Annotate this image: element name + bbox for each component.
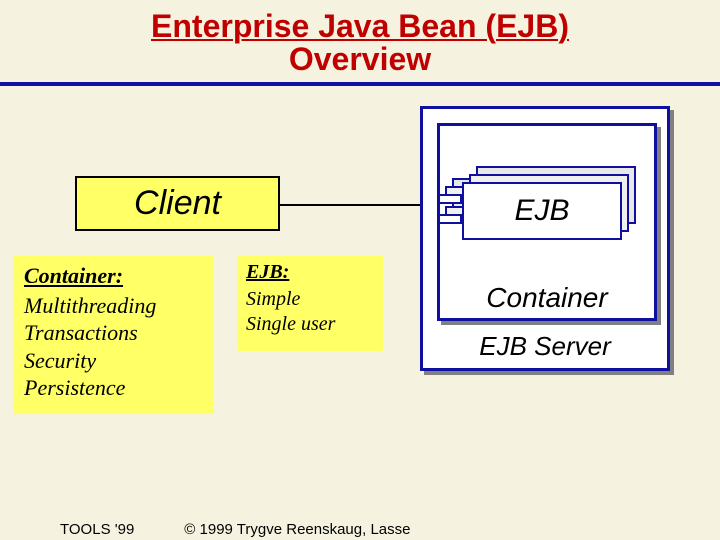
footer: TOOLS '99 © 1999 Trygve Reenskaug, Lasse: [0, 521, 720, 540]
note-container-title: Container:: [24, 262, 204, 290]
footer-right: © 1999 Trygve Reenskaug, Lasse: [184, 521, 410, 538]
note-container: Container: Multithreading Transactions S…: [14, 256, 214, 414]
client-label: Client: [134, 184, 221, 223]
container-box: EJB Container: [437, 123, 657, 321]
note-ejb-line: Simple: [246, 287, 375, 312]
ejb-label: EJB: [514, 194, 569, 228]
title-sub: Overview: [0, 41, 720, 78]
note-container-line: Security: [24, 347, 204, 375]
ejb-component-stack: EJB: [462, 166, 632, 244]
ejb-component-front: EJB: [462, 182, 622, 240]
note-ejb: EJB: Simple Single user: [238, 256, 383, 351]
client-box: Client: [75, 176, 280, 231]
ejb-server-box: EJB Container EJB Server: [420, 106, 670, 371]
title-main: Enterprise Java Bean (EJB): [0, 8, 720, 45]
note-container-line: Transactions: [24, 319, 204, 347]
title-block: Enterprise Java Bean (EJB) Overview: [0, 0, 720, 78]
container-box-inner: EJB Container: [437, 123, 657, 321]
diagram-area: Client EJB: [0, 86, 720, 496]
note-ejb-line: Single user: [246, 312, 375, 337]
note-container-line: Persistence: [24, 374, 204, 402]
container-label: Container: [440, 282, 654, 314]
note-container-line: Multithreading: [24, 292, 204, 320]
note-ejb-title: EJB:: [246, 260, 375, 285]
footer-left: TOOLS '99: [60, 521, 134, 538]
server-label: EJB Server: [423, 331, 667, 362]
server-box-inner: EJB Container EJB Server: [420, 106, 670, 371]
